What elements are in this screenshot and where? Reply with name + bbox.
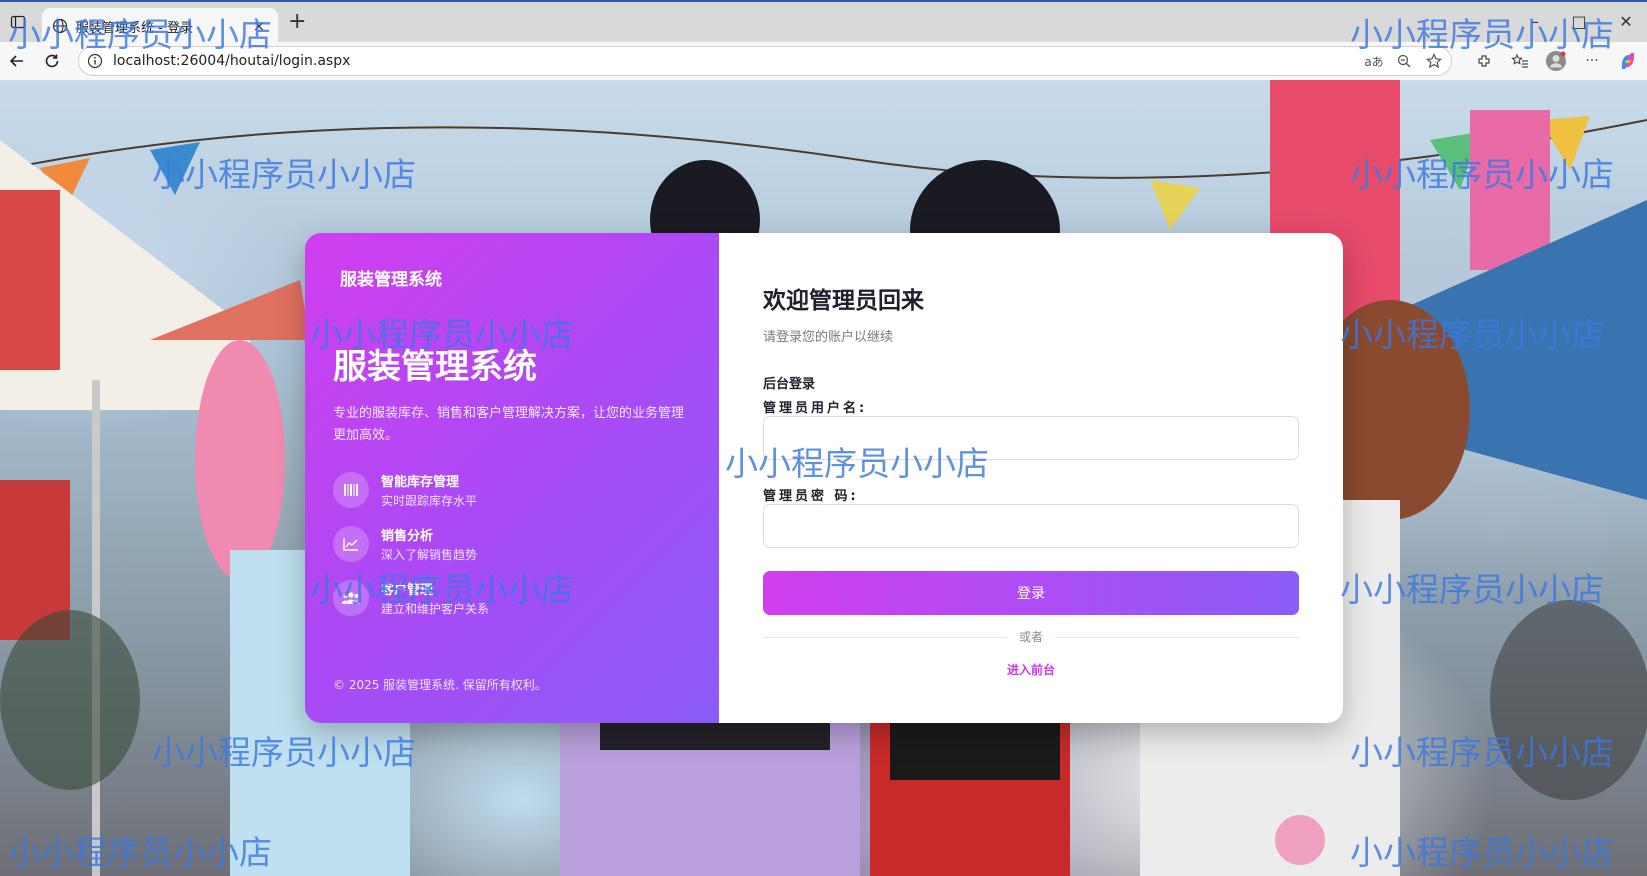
reload-icon[interactable] bbox=[40, 49, 64, 73]
enter-frontend-link[interactable]: 进入前台 bbox=[981, 661, 1081, 678]
maximize-button[interactable]: □ bbox=[1565, 12, 1593, 31]
feature-customers: 客户管理 建立和维护客户关系 bbox=[333, 579, 489, 617]
feature-subtitle: 建立和维护客户关系 bbox=[381, 602, 490, 616]
feature-subtitle: 实时跟踪库存水平 bbox=[381, 494, 478, 508]
feature-inventory: 智能库存管理 实时跟踪库存水平 bbox=[333, 471, 477, 509]
browser-tab[interactable]: 服装管理系统 - 登录 × bbox=[42, 8, 278, 44]
feature-title: 销售分析 bbox=[381, 529, 434, 544]
globe-icon bbox=[52, 18, 68, 34]
more-menu-icon[interactable]: ··· bbox=[1579, 48, 1605, 74]
brand-panel: 服装管理系统 服装管理系统 专业的服装库存、销售和客户管理解决方案，让您的业务管… bbox=[305, 233, 719, 723]
tab-actions-icon[interactable] bbox=[6, 10, 30, 34]
password-input[interactable] bbox=[763, 504, 1299, 548]
extensions-icon[interactable] bbox=[1471, 48, 1497, 74]
copyright-text: © 2025 服装管理系统. 保留所有权利。 bbox=[333, 678, 547, 692]
brand-heading: 服装管理系统 bbox=[333, 347, 537, 387]
browser-toolbar: localhost:26004/houtai/login.aspx aあ ··· bbox=[0, 42, 1647, 80]
new-tab-button[interactable]: + bbox=[288, 11, 306, 33]
url-text[interactable]: localhost:26004/houtai/login.aspx bbox=[113, 53, 350, 69]
read-aloud-icon[interactable]: aあ bbox=[1363, 50, 1385, 72]
feature-title: 智能库存管理 bbox=[381, 475, 460, 490]
copilot-icon[interactable] bbox=[1615, 48, 1641, 74]
feature-title: 客户管理 bbox=[381, 583, 434, 598]
username-input[interactable] bbox=[763, 416, 1299, 460]
minimize-button[interactable]: – bbox=[1521, 12, 1549, 31]
barcode-icon bbox=[333, 472, 369, 508]
profile-avatar-icon[interactable] bbox=[1543, 48, 1569, 74]
tab-close-icon[interactable]: × bbox=[250, 17, 268, 35]
login-card: 服装管理系统 服装管理系统 专业的服装库存、销售和客户管理解决方案，让您的业务管… bbox=[305, 233, 1343, 723]
address-bar[interactable]: localhost:26004/houtai/login.aspx aあ bbox=[78, 46, 1452, 76]
feature-sales: 销售分析 深入了解销售趋势 bbox=[333, 525, 477, 563]
favorite-star-icon[interactable] bbox=[1423, 50, 1445, 72]
back-icon[interactable] bbox=[5, 49, 29, 73]
site-info-icon[interactable] bbox=[87, 53, 103, 69]
close-window-button[interactable]: ✕ bbox=[1612, 12, 1640, 31]
login-button[interactable]: 登录 bbox=[763, 571, 1299, 615]
chart-icon bbox=[333, 526, 369, 562]
zoom-out-icon[interactable] bbox=[1393, 50, 1415, 72]
favorites-list-icon[interactable] bbox=[1507, 48, 1533, 74]
brand-logo-text: 服装管理系统 bbox=[340, 270, 442, 290]
browser-titlebar: 服装管理系统 - 登录 × + – □ ✕ bbox=[0, 0, 1647, 44]
tab-title: 服装管理系统 - 登录 bbox=[76, 20, 193, 36]
feature-subtitle: 深入了解销售趋势 bbox=[381, 548, 478, 562]
brand-description: 专业的服装库存、销售和客户管理解决方案，让您的业务管理更加高效。 bbox=[333, 406, 685, 443]
login-form-panel bbox=[719, 233, 1343, 723]
users-icon bbox=[333, 580, 369, 616]
